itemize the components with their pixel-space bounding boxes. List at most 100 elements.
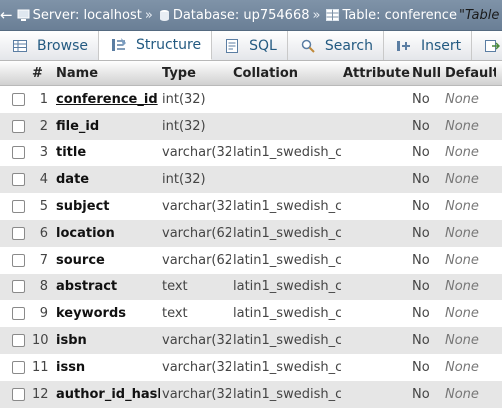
- table-row[interactable]: 2 file_id int(32) No None: [0, 112, 502, 140]
- row-select-checkbox[interactable]: [12, 146, 25, 160]
- column-extra: [496, 112, 502, 140]
- table-row[interactable]: 1 conference_id int(32) No None: [0, 85, 502, 113]
- column-attributes: [341, 85, 410, 113]
- row-checkbox[interactable]: [0, 166, 30, 194]
- export-icon: [484, 38, 501, 54]
- tab-sql[interactable]: SQL: [212, 31, 288, 60]
- tab-structure[interactable]: Structure: [98, 31, 213, 60]
- column-collation: latin1_swedish_ci: [231, 300, 341, 328]
- row-select-checkbox[interactable]: [12, 92, 25, 106]
- column-name[interactable]: keywords: [54, 300, 160, 328]
- column-extra: [496, 85, 502, 113]
- table-row[interactable]: 4 date int(32) No None: [0, 166, 502, 194]
- column-name[interactable]: abstract: [54, 273, 160, 301]
- row-checkbox[interactable]: [0, 112, 30, 140]
- column-null: No: [410, 193, 443, 220]
- header-null[interactable]: Null: [410, 61, 443, 86]
- table-row[interactable]: 3 title varchar(32) latin1_swedish_ci No None: [0, 139, 502, 167]
- breadcrumb-separator: »: [312, 7, 321, 23]
- column-collation: latin1_swedish_ci: [231, 380, 341, 408]
- column-name[interactable]: source: [54, 246, 160, 274]
- column-collation: latin1_swedish_ci: [231, 273, 341, 301]
- row-number: 9: [30, 300, 54, 328]
- row-select-checkbox[interactable]: [12, 173, 25, 187]
- header-default[interactable]: Default: [443, 61, 496, 86]
- column-name[interactable]: date: [54, 166, 160, 194]
- column-name[interactable]: conference_id: [54, 85, 160, 113]
- breadcrumb-database[interactable]: Database: up754668: [155, 8, 310, 23]
- row-checkbox[interactable]: [0, 300, 30, 328]
- table-row[interactable]: 7 source varchar(62) latin1_swedish_ci No Non…: [0, 246, 502, 274]
- column-type: text: [160, 273, 231, 301]
- server-icon: [17, 9, 30, 21]
- table-row[interactable]: 9 keywords text latin1_swedish_ci No None: [0, 300, 502, 328]
- row-checkbox[interactable]: [0, 219, 30, 247]
- column-attributes: [341, 327, 410, 354]
- row-select-checkbox[interactable]: [12, 280, 25, 294]
- column-attributes: [341, 112, 410, 140]
- column-name[interactable]: location: [54, 219, 160, 247]
- column-name[interactable]: isbn: [54, 327, 160, 354]
- column-attributes: [341, 300, 410, 328]
- column-collation: latin1_swedish_ci: [231, 246, 341, 274]
- column-type: varchar(32): [160, 327, 231, 354]
- tab-export[interactable]: E: [472, 31, 502, 60]
- row-number: 8: [30, 273, 54, 301]
- row-number: 2: [30, 112, 54, 140]
- table-row[interactable]: 6 location varchar(62) latin1_swedish_ci No N…: [0, 219, 502, 247]
- header-collation[interactable]: Collation: [231, 61, 341, 86]
- column-extra: [496, 300, 502, 328]
- column-type: varchar(62): [160, 219, 231, 247]
- column-name[interactable]: issn: [54, 353, 160, 381]
- row-checkbox[interactable]: [0, 85, 30, 113]
- column-type: varchar(62): [160, 246, 231, 274]
- column-default: None: [443, 273, 496, 301]
- tab-search[interactable]: Search: [288, 31, 384, 60]
- table-row[interactable]: 11 issn varchar(32) latin1_swedish_ci No None: [0, 353, 502, 381]
- table-row[interactable]: 10 isbn varchar(32) latin1_swedish_ci No None: [0, 327, 502, 354]
- row-select-checkbox[interactable]: [12, 119, 25, 133]
- header-number[interactable]: #: [30, 61, 54, 86]
- row-checkbox[interactable]: [0, 380, 30, 408]
- row-checkbox[interactable]: [0, 246, 30, 274]
- tab-insert[interactable]: Insert: [384, 31, 473, 60]
- column-name[interactable]: file_id: [54, 112, 160, 140]
- row-checkbox[interactable]: [0, 273, 30, 301]
- table-row[interactable]: 5 subject varchar(32) latin1_swedish_ci No No…: [0, 193, 502, 220]
- row-select-checkbox[interactable]: [12, 253, 25, 267]
- table-icon: [326, 9, 340, 21]
- row-number: 12: [30, 380, 54, 408]
- row-select-checkbox[interactable]: [12, 334, 25, 348]
- row-checkbox[interactable]: [0, 353, 30, 381]
- breadcrumb-server[interactable]: Server: localhost: [13, 8, 142, 23]
- column-name[interactable]: subject: [54, 193, 160, 220]
- table-row[interactable]: 8 abstract text latin1_swedish_ci No None: [0, 273, 502, 301]
- header-type[interactable]: Type: [160, 61, 231, 86]
- tab-browse[interactable]: Browse: [0, 31, 99, 60]
- database-icon: [159, 9, 169, 21]
- column-attributes: [341, 219, 410, 247]
- row-select-checkbox[interactable]: [12, 307, 25, 321]
- row-select-checkbox[interactable]: [12, 387, 25, 401]
- breadcrumb-table[interactable]: Table: conference: [322, 8, 457, 23]
- header-checkbox-column: [0, 61, 30, 86]
- header-attributes[interactable]: Attributes: [341, 61, 410, 86]
- column-name[interactable]: title: [54, 139, 160, 167]
- row-select-checkbox[interactable]: [12, 200, 25, 214]
- column-name[interactable]: author_id_hash: [54, 380, 160, 408]
- back-arrow-icon[interactable]: ←: [0, 6, 13, 24]
- column-attributes: [341, 139, 410, 167]
- tab-bar: Browse Structure SQL Search Insert E: [0, 31, 502, 61]
- column-collation: latin1_swedish_ci: [231, 139, 341, 167]
- column-extra: [496, 166, 502, 194]
- header-name[interactable]: Name: [54, 61, 160, 86]
- row-checkbox[interactable]: [0, 193, 30, 220]
- row-number: 7: [30, 246, 54, 274]
- row-checkbox[interactable]: [0, 327, 30, 354]
- column-null: No: [410, 300, 443, 328]
- row-number: 3: [30, 139, 54, 167]
- table-row[interactable]: 12 author_id_hash varchar(32) latin1_swedis…: [0, 380, 502, 408]
- row-select-checkbox[interactable]: [12, 226, 25, 240]
- row-select-checkbox[interactable]: [12, 360, 25, 374]
- row-checkbox[interactable]: [0, 139, 30, 167]
